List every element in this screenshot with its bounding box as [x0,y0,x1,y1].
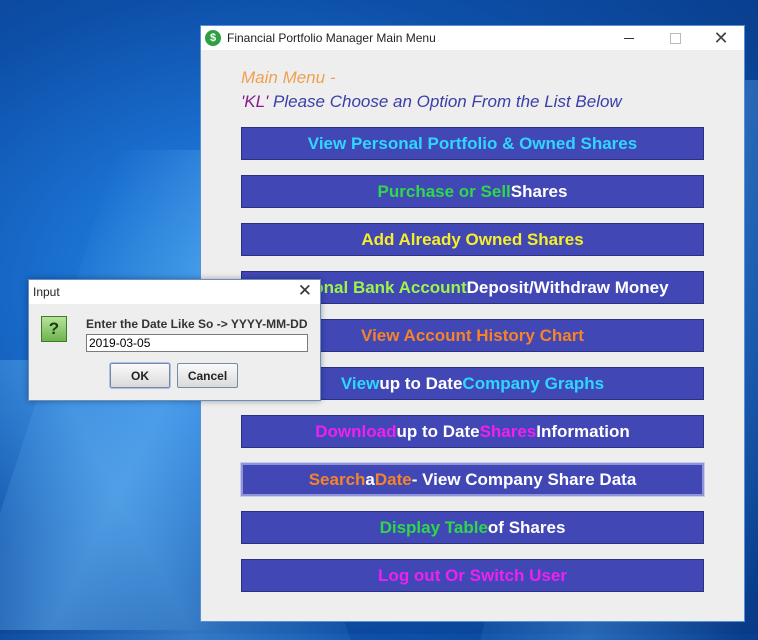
button-label: a [365,469,375,489]
dialog-title: Input [33,285,60,299]
add-owned-shares-button[interactable]: Add Already Owned Shares [241,223,704,256]
maximize-icon [669,32,681,44]
button-label: Company Graphs [462,373,605,393]
purchase-sell-button[interactable]: Purchase or Sell Shares [241,175,704,208]
button-label: Date [374,469,412,489]
ok-button[interactable]: OK [109,362,171,389]
button-label: Search [308,469,366,489]
button-label: Purchase or Sell [377,181,511,201]
title-bar[interactable]: $ Financial Portfolio Manager Main Menu … [201,26,744,50]
minimize-button[interactable] [606,26,652,50]
button-label: up to Date [379,373,463,393]
button-label: Information [536,421,630,441]
display-table-button[interactable]: Display Table of Shares [241,511,704,544]
cancel-button[interactable]: Cancel [177,363,238,388]
button-label: Log out Or Switch User [378,565,567,585]
minimize-icon [624,37,634,39]
button-label: View Personal Portfolio & Owned Shares [307,133,638,153]
main-menu-heading: Main Menu - [241,68,336,87]
button-label: Shares [479,421,537,441]
button-label: Add Already Owned Shares [361,229,584,249]
date-input[interactable] [86,334,308,352]
download-shares-button[interactable]: Download up to Date Shares Information [241,415,704,448]
date-prompt-label: Enter the Date Like So -> YYYY-MM-DD [86,317,308,331]
dialog-title-bar[interactable]: Input ✕ [29,280,320,304]
button-label: of Shares [487,517,566,537]
button-label: - View Company Share Data [411,469,637,489]
question-icon: ? [41,316,67,342]
button-label: up to Date [396,421,480,441]
dollar-app-icon: $ [205,30,221,46]
view-portfolio-button[interactable]: View Personal Portfolio & Owned Shares [241,127,704,160]
button-label: View [340,373,380,393]
logout-button[interactable]: Log out Or Switch User [241,559,704,592]
close-button[interactable]: ✕ [698,26,744,50]
button-label: Deposit/Withdraw Money [466,277,669,297]
maximize-button[interactable] [652,26,698,50]
button-label: Shares [510,181,568,201]
instruction-text: 'KL' Please Choose an Option From the Li… [241,92,622,112]
button-label: View Account History Chart [361,325,584,345]
window-title: Financial Portfolio Manager Main Menu [227,31,436,45]
button-label: Download [315,421,397,441]
search-date-button[interactable]: Search a Date - View Company Share Data [240,462,705,497]
button-label: Display Table [379,517,488,537]
instruction-rest: Please Choose an Option From the List Be… [268,92,622,111]
dialog-close-icon[interactable]: ✕ [298,281,312,301]
user-initials: 'KL' [241,92,269,111]
input-dialog: Input ✕ ? Enter the Date Like So -> YYYY… [28,279,321,401]
close-icon: ✕ [713,27,729,48]
